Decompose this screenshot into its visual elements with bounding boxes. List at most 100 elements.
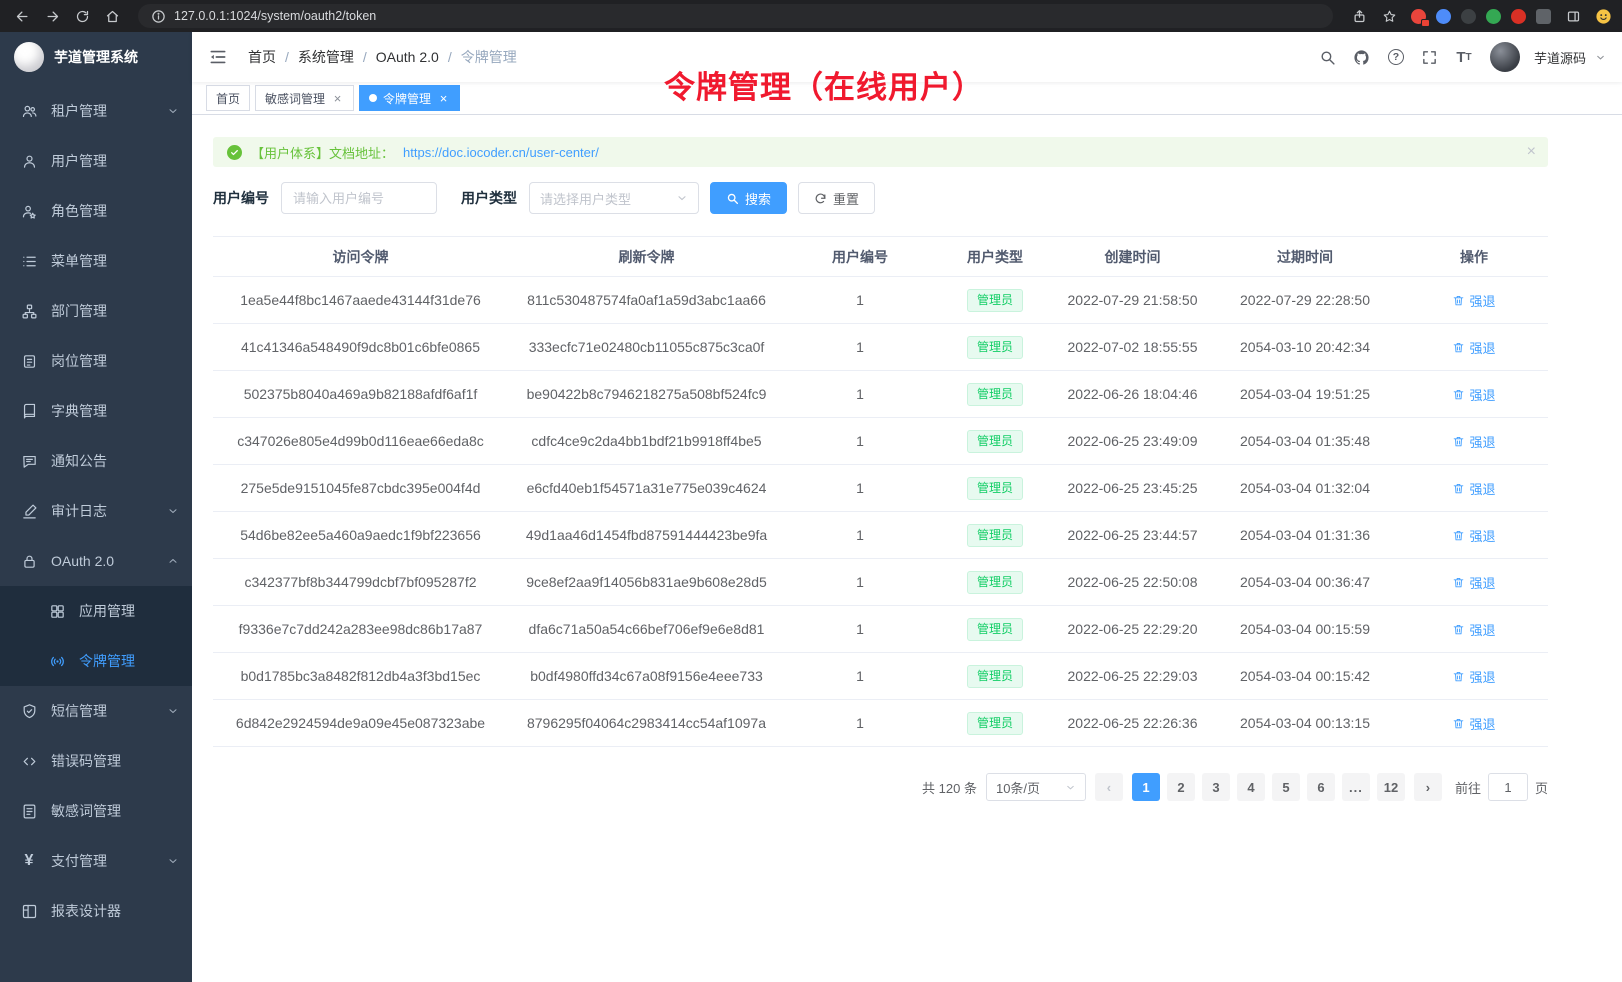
address-bar[interactable]: 127.0.0.1:1024/system/oauth2/token xyxy=(138,4,1333,28)
page-button-2[interactable]: 2 xyxy=(1167,773,1195,801)
force-logout-button[interactable]: 强退 xyxy=(1452,714,1495,733)
reload-button[interactable] xyxy=(70,4,94,28)
bookmark-star-icon[interactable] xyxy=(1377,4,1401,28)
extension-puzzle-icon[interactable] xyxy=(1536,9,1551,24)
user-type-label: 用户类型 xyxy=(461,188,517,208)
extension-icon-red[interactable] xyxy=(1411,9,1426,24)
extension-icon-blue[interactable] xyxy=(1436,9,1451,24)
user-name[interactable]: 芋道源码 xyxy=(1534,48,1586,67)
forward-button[interactable] xyxy=(40,4,64,28)
refresh-token-cell: dfa6c71a50a54c66bef706ef9e6e8d81 xyxy=(508,606,785,653)
font-size-icon[interactable]: TT xyxy=(1450,43,1478,71)
force-logout-button[interactable]: 强退 xyxy=(1452,526,1495,545)
sidebar-item-sensitive[interactable]: 敏感词管理 xyxy=(0,786,192,836)
sidebar-item-pay[interactable]: ¥支付管理 xyxy=(0,836,192,886)
doc-link[interactable]: https://doc.iocoder.cn/user-center/ xyxy=(403,145,599,160)
user-menu-caret-icon[interactable] xyxy=(1595,52,1606,63)
sidebar-item-post[interactable]: 岗位管理 xyxy=(0,336,192,386)
breadcrumb-separator: / xyxy=(448,49,452,65)
alert-close-icon[interactable]: × xyxy=(1527,144,1536,160)
next-page-button[interactable]: › xyxy=(1414,773,1442,801)
page-size-select[interactable]: 10条/页 xyxy=(986,773,1086,801)
breadcrumb-item[interactable]: 系统管理 xyxy=(298,47,354,67)
page-button-5[interactable]: 5 xyxy=(1272,773,1300,801)
force-logout-button[interactable]: 强退 xyxy=(1452,667,1495,686)
share-icon[interactable] xyxy=(1347,4,1371,28)
fullscreen-icon[interactable] xyxy=(1416,43,1444,71)
sidebar-item-role[interactable]: 角色管理 xyxy=(0,186,192,236)
profile-avatar-icon[interactable] xyxy=(1595,8,1612,25)
prev-page-button[interactable]: ‹ xyxy=(1095,773,1123,801)
extension-icon-dark[interactable] xyxy=(1461,9,1476,24)
user-id-cell: 1 xyxy=(785,512,935,559)
force-logout-button[interactable]: 强退 xyxy=(1452,573,1495,592)
sidebar-toggle-icon[interactable] xyxy=(208,46,230,68)
page-button-4[interactable]: 4 xyxy=(1237,773,1265,801)
user-id-input[interactable] xyxy=(281,182,437,214)
tab-0[interactable]: 首页 xyxy=(206,85,250,111)
tab-1[interactable]: 敏感词管理× xyxy=(255,85,354,111)
sidebar-item-token[interactable]: 令牌管理 xyxy=(0,636,192,686)
sidebar-item-oauth[interactable]: OAuth 2.0 xyxy=(0,536,192,586)
goto-page-input[interactable] xyxy=(1488,773,1528,801)
site-info-icon[interactable] xyxy=(150,4,166,28)
report-icon xyxy=(20,903,38,920)
force-logout-button[interactable]: 强退 xyxy=(1452,385,1495,404)
table-row: 1ea5e44f8bc1467aaede43144f31de76811c5304… xyxy=(213,277,1548,324)
help-icon[interactable]: ? xyxy=(1382,43,1410,71)
force-logout-button[interactable]: 强退 xyxy=(1452,338,1495,357)
sidebar-item-report[interactable]: 报表设计器 xyxy=(0,886,192,936)
action-cell: 强退 xyxy=(1400,418,1548,465)
extension-icon-green[interactable] xyxy=(1486,9,1501,24)
create-time-cell: 2022-06-25 22:26:36 xyxy=(1055,700,1210,747)
sidebar-item-menu[interactable]: 菜单管理 xyxy=(0,236,192,286)
user-avatar[interactable] xyxy=(1490,42,1520,72)
tab-close-icon[interactable]: × xyxy=(437,92,450,105)
search-icon[interactable] xyxy=(1314,43,1342,71)
page-button-3[interactable]: 3 xyxy=(1202,773,1230,801)
home-button[interactable] xyxy=(100,4,124,28)
search-button[interactable]: 搜索 xyxy=(710,182,787,214)
create-time-cell: 2022-06-25 23:49:09 xyxy=(1055,418,1210,465)
sidebar-item-user[interactable]: 用户管理 xyxy=(0,136,192,186)
sidebar-item-sms[interactable]: 短信管理 xyxy=(0,686,192,736)
reset-button[interactable]: 重置 xyxy=(798,182,875,214)
expire-time-cell: 2054-03-04 01:32:04 xyxy=(1210,465,1400,512)
sidebar-item-notice[interactable]: 通知公告 xyxy=(0,436,192,486)
github-icon[interactable] xyxy=(1348,43,1376,71)
sidebar-item-errcode[interactable]: 错误码管理 xyxy=(0,736,192,786)
action-cell: 强退 xyxy=(1400,700,1548,747)
sidebar-item-tenant[interactable]: 租户管理 xyxy=(0,86,192,136)
back-button[interactable] xyxy=(10,4,34,28)
force-logout-button[interactable]: 强退 xyxy=(1452,291,1495,310)
page-button-12[interactable]: 12 xyxy=(1377,773,1405,801)
force-logout-label: 强退 xyxy=(1469,620,1495,639)
sidebar-item-dict[interactable]: 字典管理 xyxy=(0,386,192,436)
pagination-ellipsis[interactable]: ... xyxy=(1342,773,1370,801)
expire-time-cell: 2054-03-10 20:42:34 xyxy=(1210,324,1400,371)
tab-close-icon[interactable]: × xyxy=(331,92,344,105)
page-button-1[interactable]: 1 xyxy=(1132,773,1160,801)
sidebar-item-dept[interactable]: 部门管理 xyxy=(0,286,192,336)
column-header: 用户编号 xyxy=(785,237,935,277)
extension-icon-crimson[interactable] xyxy=(1511,9,1526,24)
reset-button-label: 重置 xyxy=(833,189,859,208)
sidebar-item-log[interactable]: 审计日志 xyxy=(0,486,192,536)
app-logo[interactable]: 芋道管理系统 xyxy=(0,32,192,82)
user-id-cell: 1 xyxy=(785,700,935,747)
force-logout-button[interactable]: 强退 xyxy=(1452,479,1495,498)
force-logout-button[interactable]: 强退 xyxy=(1452,620,1495,639)
sidebar-item-app[interactable]: 应用管理 xyxy=(0,586,192,636)
breadcrumb-item[interactable]: OAuth 2.0 xyxy=(376,49,439,65)
expire-time-cell: 2054-03-04 00:36:47 xyxy=(1210,559,1400,606)
user-type-cell: 管理员 xyxy=(935,277,1055,324)
trash-icon xyxy=(1452,670,1465,683)
tab-2[interactable]: 令牌管理× xyxy=(359,85,460,111)
sidebar-item-label: 错误码管理 xyxy=(51,751,121,771)
user-type-tag: 管理员 xyxy=(967,618,1023,641)
breadcrumb-item[interactable]: 首页 xyxy=(248,47,276,67)
page-button-6[interactable]: 6 xyxy=(1307,773,1335,801)
force-logout-button[interactable]: 强退 xyxy=(1452,432,1495,451)
side-panel-icon[interactable] xyxy=(1561,4,1585,28)
user-type-select[interactable]: 请选择用户类型 xyxy=(529,182,699,214)
